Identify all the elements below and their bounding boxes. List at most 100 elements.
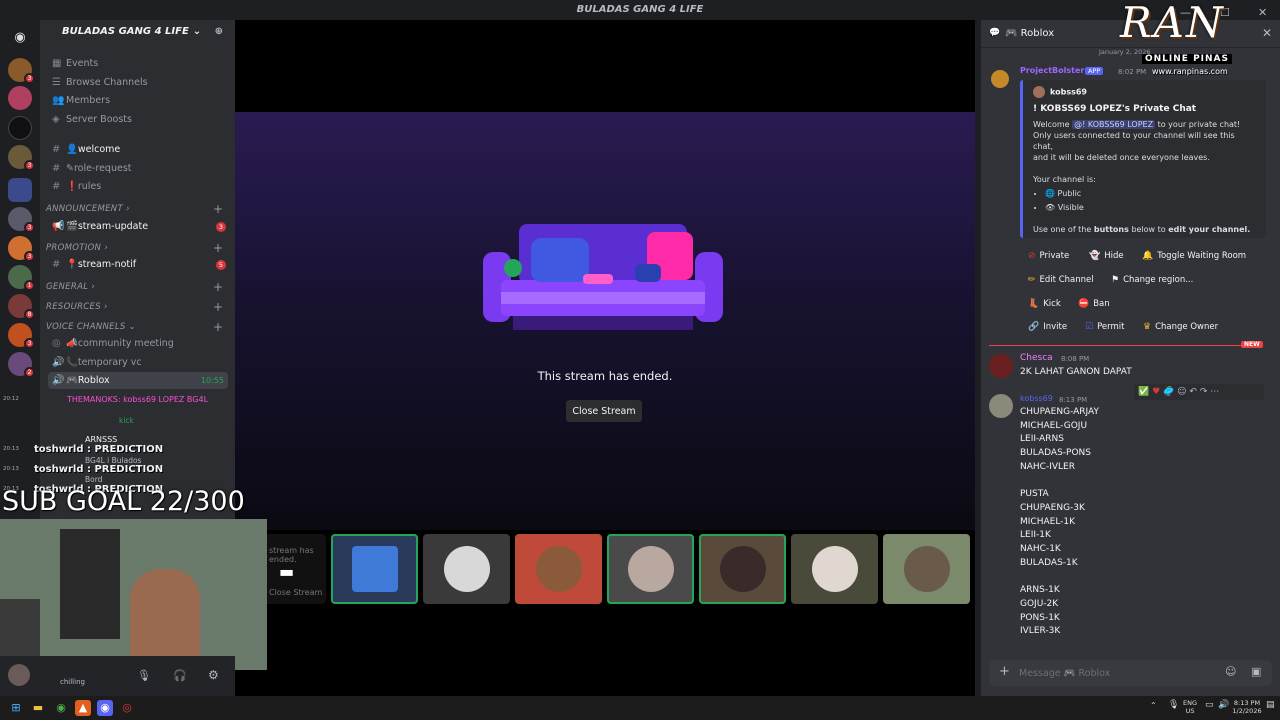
heart-reaction-icon[interactable]: ♥ bbox=[1152, 387, 1160, 397]
participant-tile[interactable] bbox=[791, 534, 878, 604]
channel-stream-update[interactable]: 📢 🎬stream-update 3 bbox=[48, 218, 228, 235]
chrome-icon[interactable]: ◉ bbox=[53, 700, 69, 716]
server-icon[interactable]: 1 bbox=[8, 265, 35, 291]
add-channel-icon[interactable]: + bbox=[213, 300, 223, 314]
add-channel-icon[interactable]: + bbox=[213, 280, 223, 294]
embed-status-list: 🌐 Public 👁 Visible bbox=[1045, 188, 1256, 213]
change-region-button[interactable]: ⚑ Change region... bbox=[1107, 270, 1197, 290]
sidebar-item-events[interactable]: ▦ Events bbox=[48, 55, 228, 72]
channel-rules[interactable]: # ❗rules bbox=[48, 178, 228, 195]
checkbox-icon: ☑ bbox=[1085, 322, 1094, 332]
file-explorer-icon[interactable]: ▬ bbox=[30, 700, 46, 716]
category-promotion[interactable]: PROMOTION › + bbox=[46, 241, 226, 255]
user-mention[interactable]: @! KOBSS69 LOPEZ bbox=[1072, 120, 1156, 129]
channel-community-meeting[interactable]: ◎ 📣community meeting bbox=[48, 335, 228, 352]
participant-tile[interactable] bbox=[423, 534, 510, 604]
channel-role-request[interactable]: # ✎role-request bbox=[48, 160, 228, 177]
close-stream-button[interactable]: Close Stream bbox=[566, 400, 642, 422]
window-title: BULADAS GANG 4 LIFE bbox=[576, 4, 704, 15]
channel-roblox[interactable]: 🔊 🎮Roblox 10:55 bbox=[48, 372, 228, 389]
app-icon[interactable]: ▲ bbox=[75, 700, 91, 716]
forward-icon[interactable]: ↷ bbox=[1200, 387, 1208, 397]
emoji-picker-icon[interactable]: ☺ bbox=[1225, 665, 1236, 678]
category-announcement[interactable]: ANNOUNCEMENT › + bbox=[46, 202, 226, 216]
channel-stream-notif[interactable]: # 📍stream-notif 5 bbox=[48, 256, 228, 273]
server-icon[interactable]: 3 bbox=[8, 145, 35, 171]
add-channel-icon[interactable]: + bbox=[213, 241, 223, 255]
category-general[interactable]: GENERAL › + bbox=[46, 280, 226, 294]
change-owner-button[interactable]: ♛ Change Owner bbox=[1139, 317, 1222, 337]
message-input[interactable] bbox=[1019, 664, 1219, 682]
clock[interactable]: 8:13 PM 1/2/2026 bbox=[1232, 699, 1262, 715]
category-resources[interactable]: RESOURCES › + bbox=[46, 300, 226, 314]
server-icon[interactable]: 3 bbox=[8, 323, 35, 349]
sidebar-item-members[interactable]: 👥 Members bbox=[48, 92, 228, 109]
server-icon[interactable]: 3 bbox=[8, 207, 35, 233]
discord-home-icon[interactable]: ◉ bbox=[8, 26, 32, 50]
message-author[interactable]: kobss69 bbox=[1020, 394, 1053, 403]
invite-people-icon[interactable]: ⊕ bbox=[215, 26, 223, 37]
server-icon[interactable]: 2 bbox=[8, 352, 35, 378]
kick-button[interactable]: 👢 Kick bbox=[1024, 294, 1065, 314]
checkmark-reaction-icon[interactable]: ✅ bbox=[1138, 387, 1149, 397]
headphones-icon[interactable]: 🎧 bbox=[173, 669, 187, 682]
monitor-icon[interactable]: ▭ bbox=[1205, 701, 1214, 710]
participant-tile[interactable] bbox=[515, 534, 602, 604]
discord-taskbar-icon[interactable]: ◉ bbox=[97, 700, 113, 716]
more-options-icon[interactable]: ⋯ bbox=[1210, 387, 1219, 397]
sidebar-item-browse-channels[interactable]: ☰ Browse Channels bbox=[48, 74, 228, 91]
folder-icon[interactable] bbox=[8, 178, 32, 202]
avatar[interactable] bbox=[991, 70, 1009, 88]
edit-channel-button[interactable]: ✏ Edit Channel bbox=[1024, 270, 1098, 290]
avatar[interactable] bbox=[989, 354, 1013, 378]
participant-tiles: stream has ended. Close Stream ▬ bbox=[235, 532, 975, 608]
pin-emoji: 📍 bbox=[66, 259, 78, 270]
category-voice-channels[interactable]: VOICE CHANNELS ⌄ + bbox=[46, 320, 226, 334]
hide-button[interactable]: 👻 Hide bbox=[1085, 246, 1128, 266]
notification-icon[interactable]: ▤ bbox=[1266, 701, 1275, 710]
add-channel-icon[interactable]: + bbox=[213, 202, 223, 216]
microphone-tray-icon[interactable]: 🎙 bbox=[1168, 701, 1179, 710]
tray-chevron-icon[interactable]: ⌃ bbox=[1150, 702, 1157, 710]
avatar[interactable] bbox=[8, 664, 30, 686]
voice-user[interactable]: Bord bbox=[85, 475, 102, 484]
speaker-icon: 🔊 bbox=[52, 357, 65, 368]
server-icon[interactable]: 8 bbox=[8, 294, 35, 320]
channel-temporary-vc[interactable]: 🔊 📞temporary vc bbox=[48, 354, 228, 371]
add-reaction-icon[interactable]: ☺ bbox=[1177, 387, 1186, 397]
message-author[interactable]: Chesca bbox=[1020, 353, 1053, 363]
guild-header[interactable]: BULADAS GANG 4 LIFE ⌄ ⊕ bbox=[40, 20, 235, 48]
windows-start-icon[interactable]: ⊞ bbox=[8, 700, 24, 716]
language-indicator[interactable]: ENG US bbox=[1183, 699, 1197, 715]
person-emoji: 👤 bbox=[66, 144, 78, 155]
reply-icon[interactable]: ↶ bbox=[1189, 387, 1197, 397]
channel-welcome[interactable]: # 👤welcome bbox=[48, 141, 228, 158]
emoji-reaction-icon[interactable]: 🥏 bbox=[1163, 387, 1174, 397]
apps-icon[interactable]: ▣ bbox=[1251, 665, 1261, 678]
hash-icon: # bbox=[52, 163, 61, 174]
add-attachment-icon[interactable]: + bbox=[999, 664, 1010, 679]
server-icon[interactable] bbox=[8, 86, 32, 110]
volume-icon[interactable]: 🔊 bbox=[1218, 701, 1229, 710]
ban-button[interactable]: ⛔ Ban bbox=[1074, 294, 1114, 314]
toggle-waiting-room-button[interactable]: 🔔 Toggle Waiting Room bbox=[1138, 246, 1250, 266]
sidebar-item-server-boosts[interactable]: ◈ Server Boosts bbox=[48, 111, 228, 128]
invite-button[interactable]: 🔗 Invite bbox=[1024, 317, 1071, 337]
app-icon[interactable]: ◎ bbox=[119, 700, 135, 716]
private-button[interactable]: ⊘ Private bbox=[1024, 246, 1073, 266]
participant-tile[interactable] bbox=[607, 534, 694, 604]
avatar[interactable] bbox=[989, 394, 1013, 418]
permit-button[interactable]: ☑ Permit bbox=[1081, 317, 1128, 337]
microphone-icon[interactable]: 🎙 bbox=[137, 669, 151, 682]
participant-tile[interactable] bbox=[699, 534, 786, 604]
server-icon[interactable]: 3 bbox=[8, 58, 35, 84]
add-channel-icon[interactable]: + bbox=[213, 320, 223, 334]
server-icon[interactable] bbox=[8, 116, 32, 140]
participant-tile[interactable] bbox=[883, 534, 970, 604]
participant-tile[interactable] bbox=[331, 534, 418, 604]
no-entry-icon: ⛔ bbox=[1078, 299, 1090, 309]
server-icon[interactable]: 3 bbox=[8, 236, 35, 262]
voice-user[interactable]: ARNSSS bbox=[85, 435, 117, 444]
bot-name[interactable]: ProjectBolster bbox=[1020, 66, 1084, 75]
settings-gear-icon[interactable]: ⚙ bbox=[208, 668, 219, 682]
